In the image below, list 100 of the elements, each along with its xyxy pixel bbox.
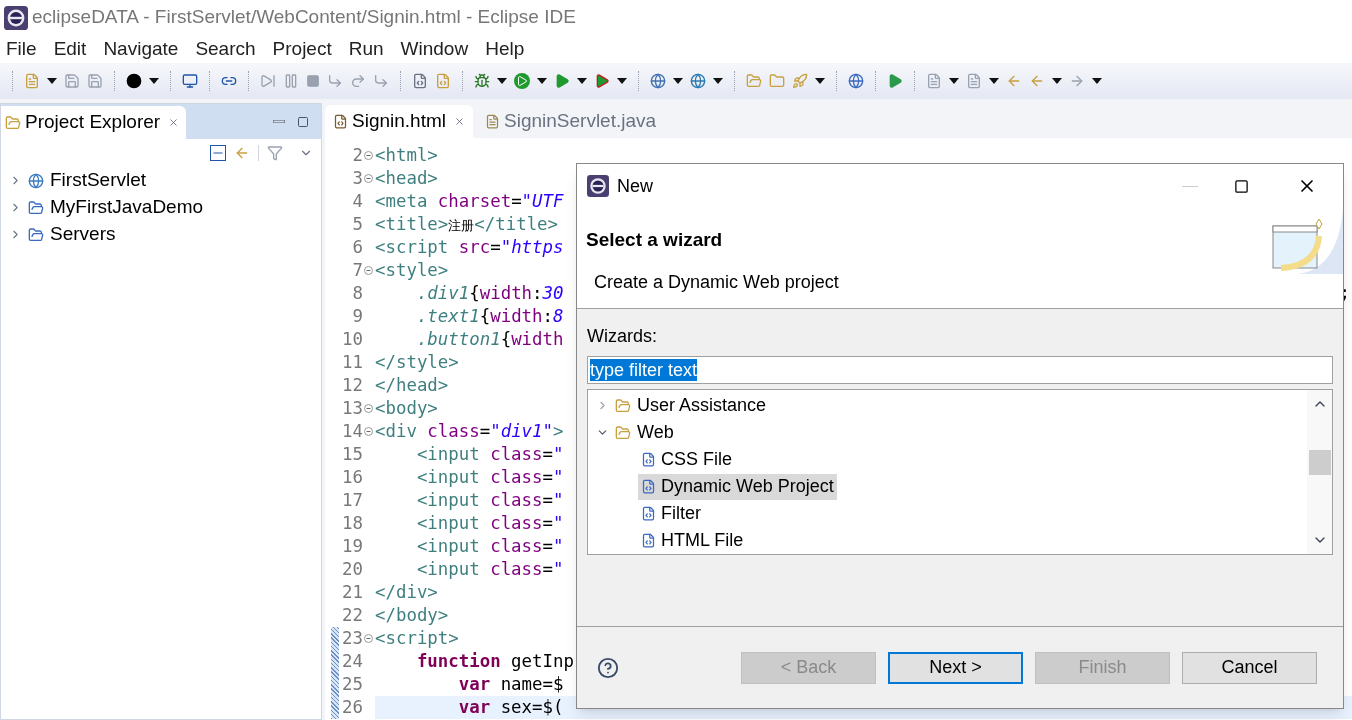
project-tree-item[interactable]: Servers	[1, 221, 321, 248]
code-line: <input class="	[416, 512, 564, 536]
help-icon	[597, 656, 619, 679]
scrollbar[interactable]	[1307, 390, 1332, 554]
menu-item[interactable]: File	[4, 34, 39, 64]
code-line: <script src="https	[375, 236, 564, 260]
line-number: 9	[352, 305, 363, 329]
line-number: 20	[342, 558, 363, 582]
wizards-label: Wizards:	[587, 325, 658, 348]
dropdown-caret-icon[interactable]	[577, 78, 587, 84]
dropdown-caret-icon[interactable]	[1052, 78, 1062, 84]
menu-item[interactable]: Help	[483, 34, 527, 64]
dropdown-caret-icon[interactable]	[497, 78, 507, 84]
save-all-icon[interactable]	[87, 73, 103, 89]
maximize-icon	[297, 115, 309, 128]
dropdown-caret-icon[interactable]	[1092, 78, 1102, 84]
line-number: 5	[352, 213, 363, 237]
dropdown-caret-icon[interactable]	[713, 78, 723, 84]
panel-tab[interactable]: Project Explorer	[1, 106, 186, 139]
line-number: 24	[342, 650, 363, 674]
menu-item[interactable]: Run	[346, 34, 386, 64]
line-number: 16	[342, 466, 363, 490]
minimize-icon[interactable]	[273, 120, 285, 123]
dropdown-caret-icon[interactable]	[537, 78, 547, 84]
fold-icon[interactable]	[364, 174, 373, 183]
line-number: 3	[352, 167, 363, 191]
editor-tab[interactable]: Signin.html	[325, 105, 473, 138]
tree-item[interactable]: Dynamic Web Project	[638, 473, 837, 500]
java-file-icon	[485, 114, 500, 129]
menu-item[interactable]: Edit	[51, 34, 89, 64]
code-line: var name=$	[458, 673, 564, 697]
bug-icon[interactable]	[474, 73, 490, 89]
fold-icon[interactable]	[364, 151, 373, 160]
html-file-icon	[333, 114, 348, 129]
line-number: 15	[342, 443, 363, 467]
dialog-button[interactable]: Cancel	[1182, 651, 1317, 684]
code-line: <script>	[375, 627, 459, 651]
line-number: 18	[342, 512, 363, 536]
code-line: <head>	[375, 167, 438, 191]
fold-icon[interactable]	[364, 634, 373, 643]
fold-icon[interactable]	[364, 266, 373, 275]
dropdown-caret-icon[interactable]	[989, 78, 999, 84]
monitor-icon[interactable]	[182, 73, 198, 89]
fold-icon[interactable]	[364, 404, 373, 413]
code-line: var sex=$(	[458, 696, 564, 720]
eclipse-logo-icon	[4, 5, 28, 30]
folder-icon	[28, 226, 44, 243]
project-tree-item[interactable]: MyFirstJavaDemo	[1, 194, 321, 221]
code-line: .text1{width:8	[416, 305, 564, 329]
code-line: <style>	[375, 259, 449, 283]
dialog-button[interactable]: Next >	[888, 651, 1023, 684]
folder-icon	[5, 114, 21, 131]
globe-icon[interactable]	[848, 73, 864, 89]
editor-tab[interactable]: SigninServlet.java	[477, 105, 665, 138]
menu-item[interactable]: Project	[270, 34, 334, 64]
stop-icon[interactable]	[306, 74, 320, 88]
filter-icon	[267, 145, 283, 161]
code-line: </body>	[375, 604, 449, 628]
code-line: .button1{width	[416, 328, 564, 352]
line-number: 21	[342, 581, 363, 605]
dropdown-caret-icon[interactable]	[149, 78, 159, 84]
dropdown-caret-icon[interactable]	[47, 78, 57, 84]
fold-icon[interactable]	[364, 427, 373, 436]
menu-item[interactable]: Navigate	[101, 34, 181, 64]
dropdown-caret-icon[interactable]	[949, 78, 959, 84]
tree-item[interactable]: CSS File	[638, 446, 735, 473]
tree-item[interactable]: Filter	[638, 500, 704, 527]
scrollbar-thumb[interactable]	[1308, 449, 1331, 475]
code-line: <div class="div1">	[375, 420, 564, 444]
dropdown-caret-icon[interactable]	[673, 78, 683, 84]
filter-field[interactable]: type filter text	[587, 356, 1333, 384]
line-number: 23	[342, 627, 363, 651]
line-number: 10	[342, 328, 363, 352]
dropdown-caret-icon[interactable]	[815, 78, 825, 84]
run-icon[interactable]	[514, 73, 530, 89]
web-project-icon	[28, 172, 44, 189]
tree-folder-item[interactable]: Web	[588, 419, 1307, 446]
folder-icon	[615, 424, 631, 441]
code-line: <meta charset="UTF	[375, 190, 564, 214]
code-line: <input class="	[416, 558, 564, 582]
code-line: <input class="	[416, 443, 564, 467]
file-icon	[641, 479, 656, 494]
file-icon	[641, 506, 656, 521]
save-icon[interactable]	[64, 73, 80, 89]
code-line: <input class="	[416, 489, 564, 513]
collapse-all-icon	[210, 145, 226, 161]
line-number: 26	[342, 696, 363, 720]
line-number: 7	[352, 259, 363, 283]
maximize-icon	[1234, 178, 1249, 194]
dropdown-caret-icon[interactable]	[617, 78, 627, 84]
dialog-title: New	[617, 174, 653, 198]
pause-icon[interactable]	[283, 73, 299, 89]
project-tree-item[interactable]: FirstServlet	[1, 167, 321, 194]
tree-item[interactable]: HTML File	[638, 527, 747, 554]
window-title: eclipseDATA - FirstServlet/WebContent/Signin.html - Eclipse IDE	[32, 5, 576, 30]
menu-item[interactable]: Search	[193, 34, 258, 64]
line-number: 6	[352, 236, 363, 260]
tree-folder-item[interactable]: User Assistance	[588, 392, 1307, 419]
menu-item[interactable]: Window	[398, 34, 471, 64]
code-line: <html>	[375, 144, 438, 168]
